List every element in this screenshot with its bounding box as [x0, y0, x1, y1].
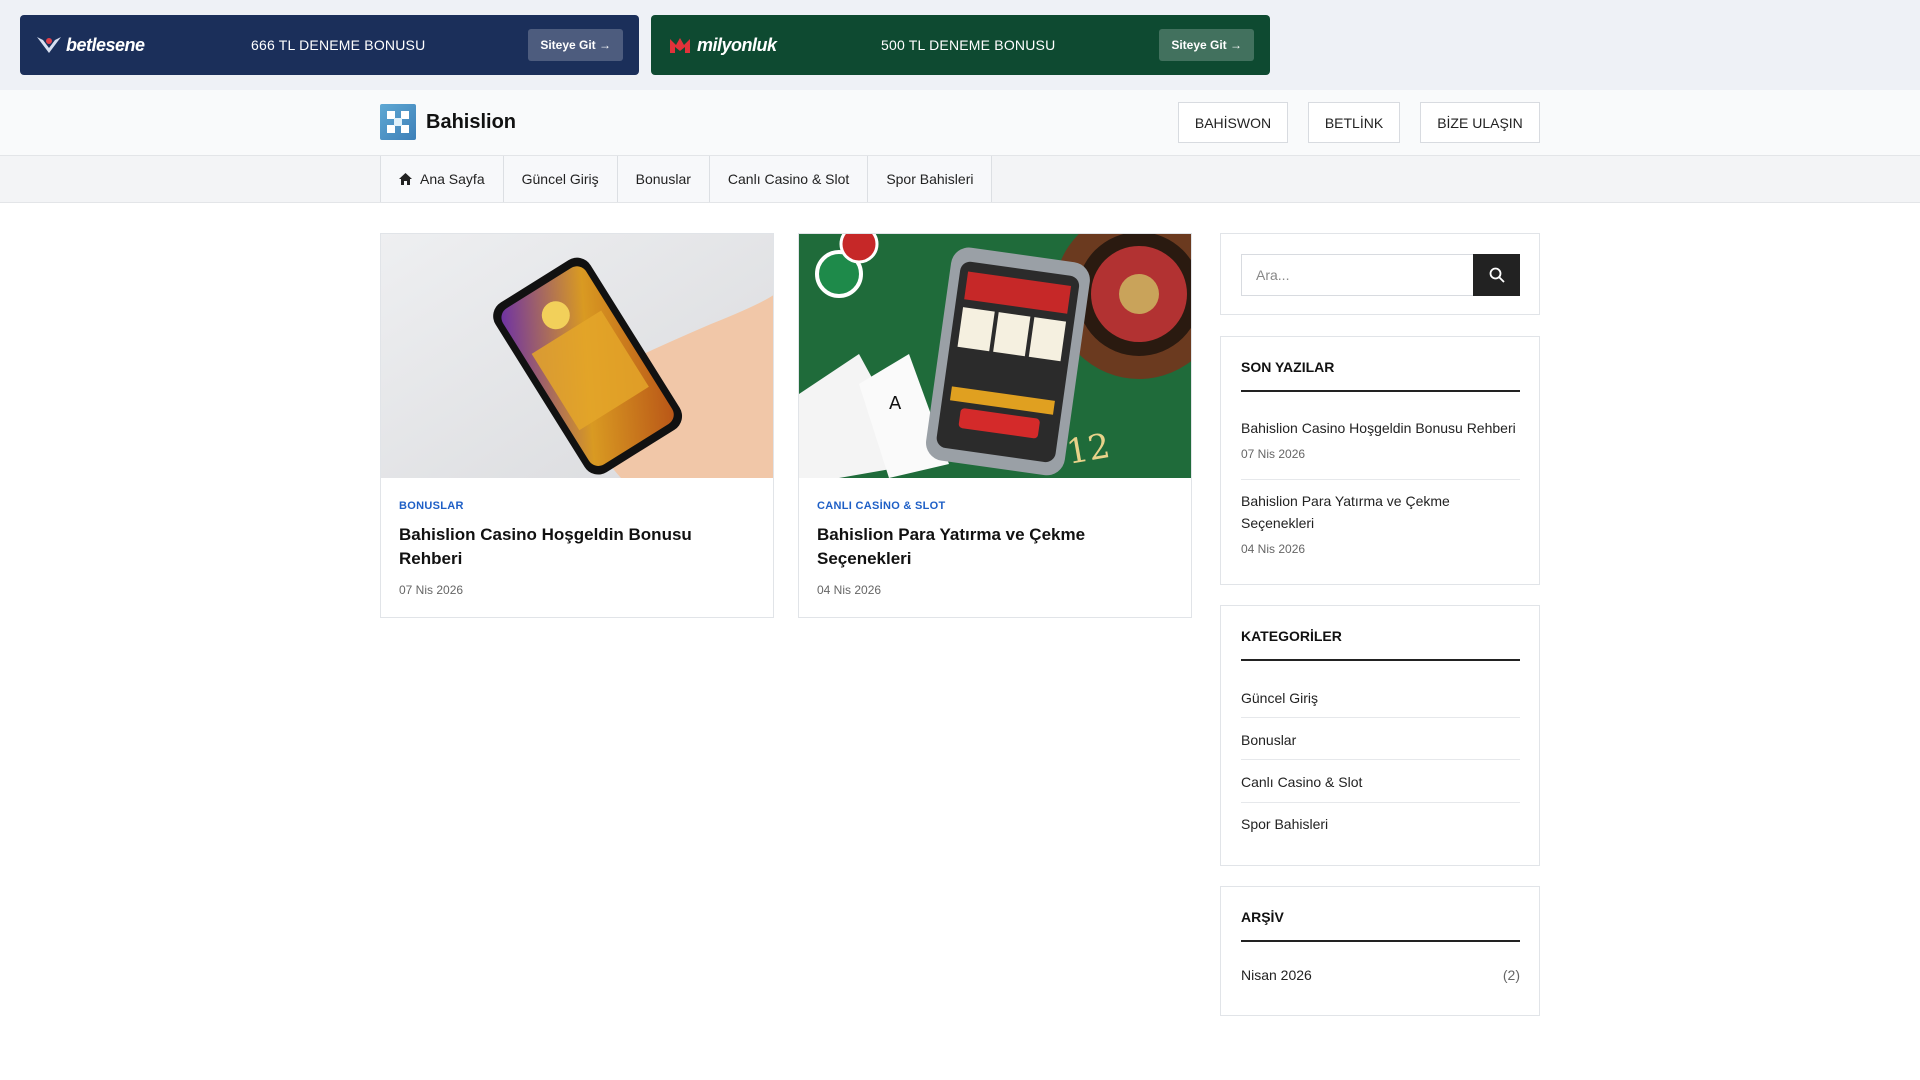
search-widget: Ara...: [1220, 233, 1540, 315]
category-link[interactable]: Güncel Giriş: [1241, 690, 1318, 706]
heading-divider: [1241, 390, 1520, 392]
divider: [1241, 802, 1520, 803]
home-icon: [399, 173, 412, 185]
categories-widget: KATEGORİLER Güncel Giriş Bonuslar Canlı …: [1220, 605, 1540, 866]
ad-brand-label: milyonluk: [697, 34, 777, 55]
betlesene-logo: betlesene: [36, 15, 145, 75]
recent-post-item[interactable]: Bahislion Casino Hoşgeldin Bonusu Rehber…: [1241, 417, 1520, 461]
post-title[interactable]: Bahislion Para Yatırma ve Çekme Seçenekl…: [817, 523, 1167, 571]
recent-post-date: 07 Nis 2026: [1241, 447, 1306, 461]
nav-item-spor-bahisleri[interactable]: Spor Bahisleri: [868, 156, 993, 202]
divider: [1241, 479, 1520, 480]
heading-divider: [1241, 659, 1520, 661]
recent-post-title[interactable]: Bahislion Para Yatırma ve Çekme Seçenekl…: [1241, 490, 1520, 534]
archive-count: (2): [1502, 967, 1520, 983]
main-nav: Ana Sayfa Güncel Giriş Bonuslar Canlı Ca…: [0, 156, 1920, 203]
ad-bonus-text: 500 TL DENEME BONUSU: [881, 37, 1056, 53]
eagle-logo-icon: [37, 37, 61, 53]
recent-post-date: 04 Nis 2026: [1241, 542, 1306, 556]
site-title: Bahislion: [426, 110, 517, 133]
post-category[interactable]: CANLI CASİNO & SLOT: [817, 500, 946, 512]
recent-post-item[interactable]: Bahislion Para Yatırma ve Çekme Seçenekl…: [1241, 490, 1520, 556]
nav-item-casino-slot[interactable]: Canlı Casino & Slot: [709, 156, 869, 202]
heading-divider: [1241, 940, 1520, 942]
widget-heading: SON YAZILAR: [1241, 359, 1335, 375]
ad-bonus-text: 666 TL DENEME BONUSU: [251, 37, 426, 53]
post-date: 07 Nis 2026: [399, 583, 464, 597]
site-brand[interactable]: Bahislion: [380, 104, 516, 140]
nav-item-home[interactable]: Ana Sayfa: [381, 156, 504, 202]
archive-month[interactable]: Nisan 2026: [1241, 967, 1312, 983]
contact-button[interactable]: BİZE ULAŞIN: [1420, 102, 1540, 143]
ad-brand-label: betlesene: [66, 34, 145, 55]
search-button[interactable]: [1473, 254, 1520, 296]
widget-heading: KATEGORİLER: [1241, 628, 1342, 644]
milyonluk-logo: milyonluk: [667, 15, 777, 75]
recent-posts-widget: SON YAZILAR Bahislion Casino Hoşgeldin B…: [1220, 336, 1540, 585]
nav-item-bonuslar[interactable]: Bonuslar: [617, 156, 710, 202]
ad-strip: betlesene 666 TL DENEME BONUSU Siteye Gi…: [0, 0, 1920, 90]
nav-item-label: Ana Sayfa: [420, 171, 485, 187]
category-link[interactable]: Spor Bahisleri: [1241, 816, 1328, 832]
search-icon: [1489, 267, 1505, 283]
site-header: Bahislion BAHİSWON BETLİNK BİZE ULAŞIN: [0, 90, 1920, 156]
header-link-betlink[interactable]: BETLİNK: [1308, 102, 1400, 143]
widget-heading: ARŞİV: [1241, 909, 1284, 925]
post-thumbnail[interactable]: A 12: [799, 234, 1191, 478]
visit-site-button[interactable]: Siteye Git →: [528, 29, 623, 61]
post-thumbnail[interactable]: [381, 234, 773, 478]
recent-post-title[interactable]: Bahislion Casino Hoşgeldin Bonusu Rehber…: [1241, 417, 1520, 439]
archive-widget: ARŞİV Nisan 2026 (2): [1220, 886, 1540, 1016]
ad-banner-milyonluk[interactable]: milyonluk 500 TL DENEME BONUSU Siteye Gi…: [651, 15, 1270, 75]
divider: [1241, 717, 1520, 718]
post-date: 04 Nis 2026: [817, 583, 882, 597]
nav-item-guncel-giris[interactable]: Güncel Giriş: [503, 156, 618, 202]
post-card[interactable]: A 12 CANLI CASİNO & SLOT Bahislion Para …: [798, 233, 1192, 618]
svg-text:12: 12: [1064, 426, 1114, 473]
visit-site-button[interactable]: Siteye Git →: [1159, 29, 1254, 61]
header-link-bahiswon[interactable]: BAHİSWON: [1178, 102, 1288, 143]
archive-item[interactable]: Nisan 2026 (2): [1241, 967, 1520, 983]
site-logo-icon: [380, 104, 416, 140]
search-input[interactable]: Ara...: [1241, 254, 1474, 296]
post-title[interactable]: Bahislion Casino Hoşgeldin Bonusu Rehber…: [399, 523, 749, 571]
svg-text:A: A: [889, 393, 902, 414]
ad-banner-betlesene[interactable]: betlesene 666 TL DENEME BONUSU Siteye Gi…: [20, 15, 639, 75]
category-link[interactable]: Bonuslar: [1241, 732, 1296, 748]
category-link[interactable]: Canlı Casino & Slot: [1241, 774, 1362, 790]
post-category[interactable]: BONUSLAR: [399, 500, 464, 512]
divider: [1241, 759, 1520, 760]
m-logo-icon: [670, 38, 690, 53]
post-card[interactable]: BONUSLAR Bahislion Casino Hoşgeldin Bonu…: [380, 233, 774, 618]
